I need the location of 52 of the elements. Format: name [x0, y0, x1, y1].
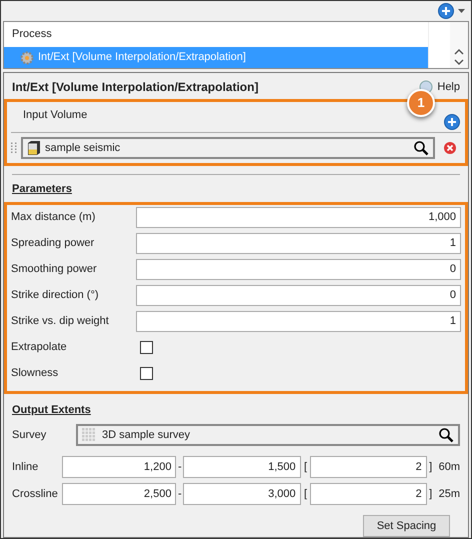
number-field[interactable]: 1,200: [62, 456, 176, 478]
drag-handle-icon[interactable]: [11, 142, 17, 154]
field-label: Input Volume: [23, 108, 88, 123]
bracket: [: [302, 486, 308, 502]
add-icon[interactable]: [444, 114, 460, 130]
set-spacing-button[interactable]: Set Spacing: [363, 515, 450, 537]
scrollbar[interactable]: [450, 22, 468, 68]
field-label: Max distance (m): [11, 210, 96, 226]
number-field[interactable]: 2: [310, 456, 427, 478]
cube-icon: [27, 140, 41, 156]
checkbox[interactable]: [140, 341, 153, 354]
number-field[interactable]: 1,500: [183, 456, 301, 478]
scroll-arrows-icon[interactable]: [454, 48, 464, 66]
section-heading: Output Extents: [11, 402, 92, 418]
grid-icon: [82, 428, 96, 442]
search-icon[interactable]: [413, 140, 429, 156]
number-field[interactable]: 1: [136, 311, 461, 332]
number-field[interactable]: 1,000: [136, 207, 461, 228]
number-field[interactable]: 2: [310, 483, 427, 505]
number-field[interactable]: 2,500: [62, 483, 176, 505]
search-icon[interactable]: [438, 427, 454, 443]
panel-title: Int/Ext [Volume Interpolation/Extrapolation]: [12, 79, 258, 96]
field-label: Smoothing power: [11, 262, 98, 278]
range-dash: -: [177, 460, 183, 475]
remove-icon[interactable]: [443, 141, 457, 155]
dropdown-arrow-icon[interactable]: [458, 8, 465, 14]
field-label: Extrapolate: [11, 340, 68, 356]
number-field[interactable]: 0: [136, 259, 461, 280]
field-label: Survey: [12, 428, 48, 443]
survey-field[interactable]: 3D sample survey: [76, 424, 460, 446]
bracket: ]: [428, 460, 434, 475]
field-label: Crossline: [12, 486, 59, 502]
callout-badge: 1: [407, 89, 435, 117]
add-icon[interactable]: [438, 3, 454, 19]
bracket: [: [302, 460, 308, 475]
range-dash: -: [177, 486, 183, 502]
field-label: Inline: [12, 460, 40, 475]
field-label: Slowness: [11, 366, 60, 382]
field-label: Strike direction (°): [11, 288, 100, 304]
checkbox[interactable]: [140, 367, 153, 380]
section-heading: Parameters: [11, 182, 73, 197]
spacing-value: 25m: [438, 486, 460, 502]
field-label: Spreading power: [11, 236, 96, 252]
number-field[interactable]: 3,000: [183, 483, 301, 505]
number-field[interactable]: 1: [136, 233, 461, 254]
input-volume-field[interactable]: sample seismic: [21, 137, 435, 159]
spacing-value: 60m: [438, 460, 460, 475]
number-field[interactable]: 0: [136, 285, 461, 306]
column-header: Process: [11, 27, 53, 42]
gear-icon: [20, 50, 34, 64]
bracket: ]: [428, 486, 434, 502]
field-label: Strike vs. dip weight: [11, 314, 110, 330]
